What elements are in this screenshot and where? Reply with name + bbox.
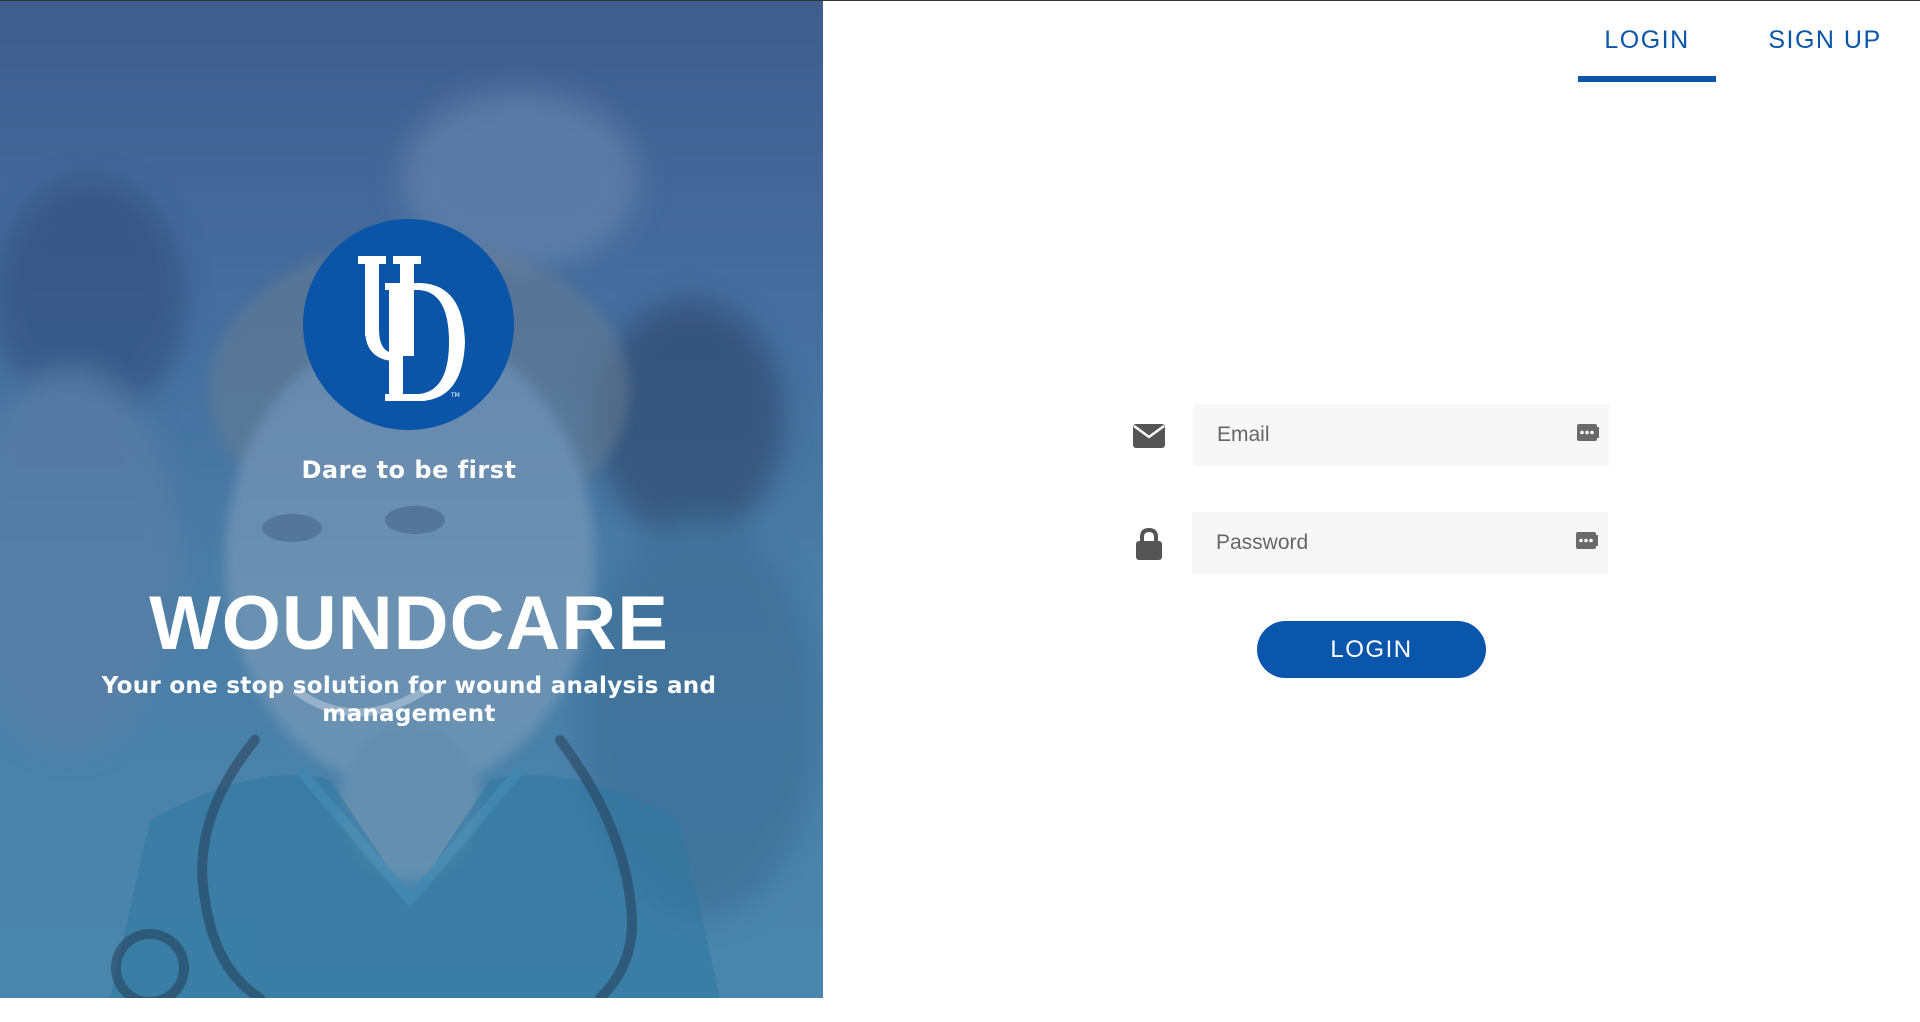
password-input[interactable] xyxy=(1192,512,1608,574)
tagline: Dare to be first xyxy=(301,456,517,484)
envelope-icon xyxy=(1132,419,1166,453)
lock-icon xyxy=(1132,527,1166,561)
window-top-border xyxy=(0,0,1920,1)
hero-background-photo xyxy=(0,0,823,998)
password-manager-icon[interactable] xyxy=(1576,532,1598,549)
ud-monogram-icon: TM xyxy=(358,256,465,401)
tab-login-label: LOGIN xyxy=(1604,26,1690,54)
app-title: WOUNDCARE xyxy=(149,581,669,666)
app-subtitle: Your one stop solution for wound analysi… xyxy=(101,673,717,727)
tab-signup-label: SIGN UP xyxy=(1768,26,1882,54)
email-field-container xyxy=(1193,404,1609,466)
login-page: TM Dare to be first WOUNDCARE Your one s… xyxy=(0,0,1920,1022)
email-input[interactable] xyxy=(1193,404,1609,466)
tab-login[interactable]: LOGIN xyxy=(1578,26,1716,82)
tab-signup[interactable]: SIGN UP xyxy=(1752,26,1898,55)
password-field-container xyxy=(1192,512,1608,574)
hero-panel: TM Dare to be first WOUNDCARE Your one s… xyxy=(0,0,823,998)
university-logo: TM xyxy=(303,219,514,430)
svg-text:TM: TM xyxy=(450,392,460,399)
login-button[interactable]: LOGIN xyxy=(1257,621,1486,678)
password-manager-icon[interactable] xyxy=(1577,424,1599,441)
